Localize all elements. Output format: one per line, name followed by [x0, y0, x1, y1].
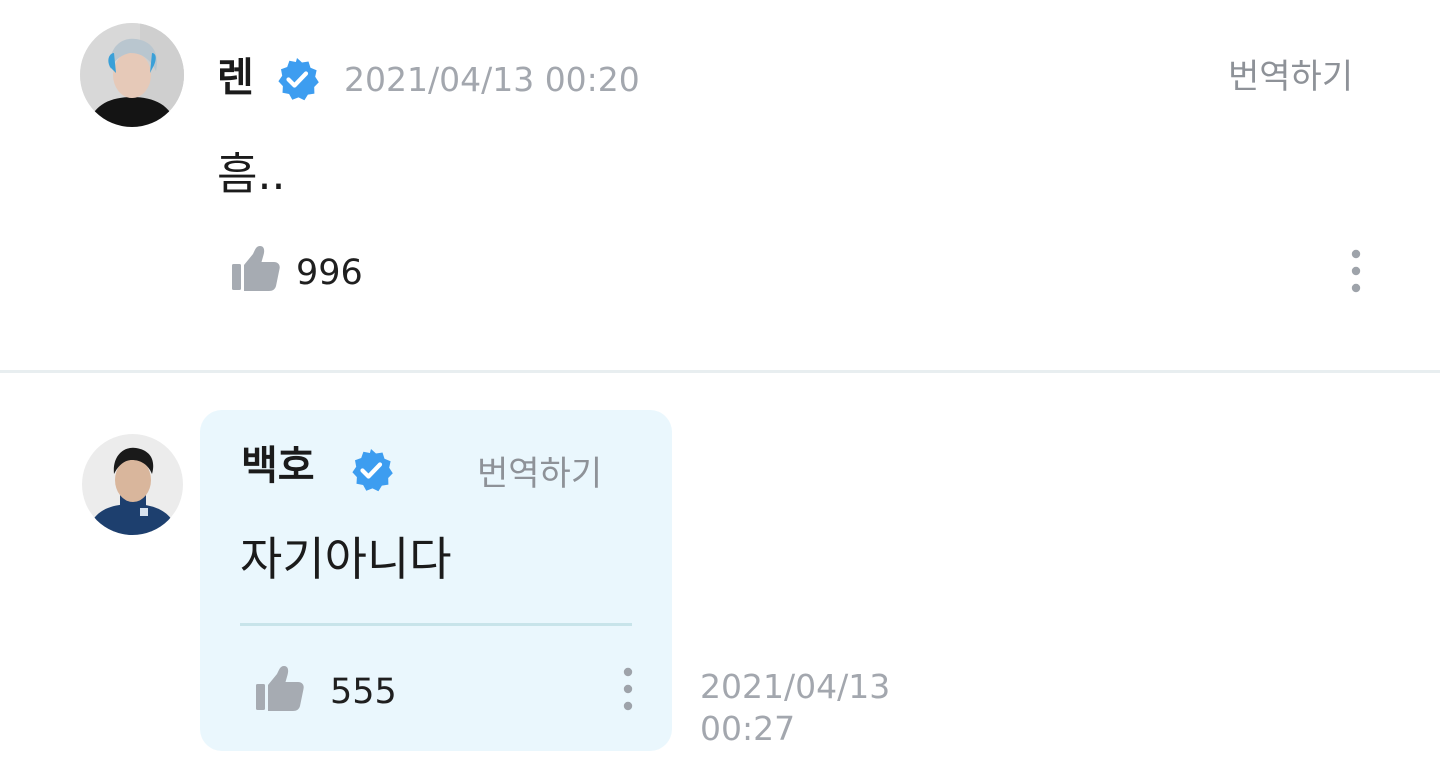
reply-text: 자기아니다 [240, 532, 452, 586]
verified-badge-icon [352, 449, 393, 492]
more-vertical-icon[interactable] [1338, 246, 1374, 300]
verified-badge-icon [278, 58, 319, 101]
reply-timestamp-date: 2021/04/13 [700, 667, 891, 706]
comment-thread: 렌 2021/04/13 00:20 번역하기 흠.. 996 백호 번역하기 [0, 0, 1440, 772]
thumbs-up-icon[interactable] [253, 663, 307, 717]
comment-text: 흠.. [217, 149, 286, 200]
thumbs-up-icon[interactable] [229, 243, 283, 297]
translate-button[interactable]: 번역하기 [1228, 54, 1353, 100]
comment-timestamp: 2021/04/13 00:20 [344, 60, 640, 99]
translate-button[interactable]: 번역하기 [477, 451, 602, 497]
avatar[interactable] [82, 434, 183, 535]
comment-author[interactable]: 렌 [217, 50, 254, 106]
comment-divider [0, 370, 1440, 373]
more-vertical-icon[interactable] [610, 664, 646, 718]
reply-timestamp: 2021/04/13 00:27 [700, 666, 920, 750]
avatar[interactable] [80, 23, 184, 127]
reply-timestamp-time: 00:27 [700, 709, 796, 748]
like-count: 996 [296, 253, 363, 293]
like-count: 555 [330, 672, 397, 712]
reply-author[interactable]: 백호 [241, 438, 315, 494]
reply-separator [240, 623, 632, 626]
